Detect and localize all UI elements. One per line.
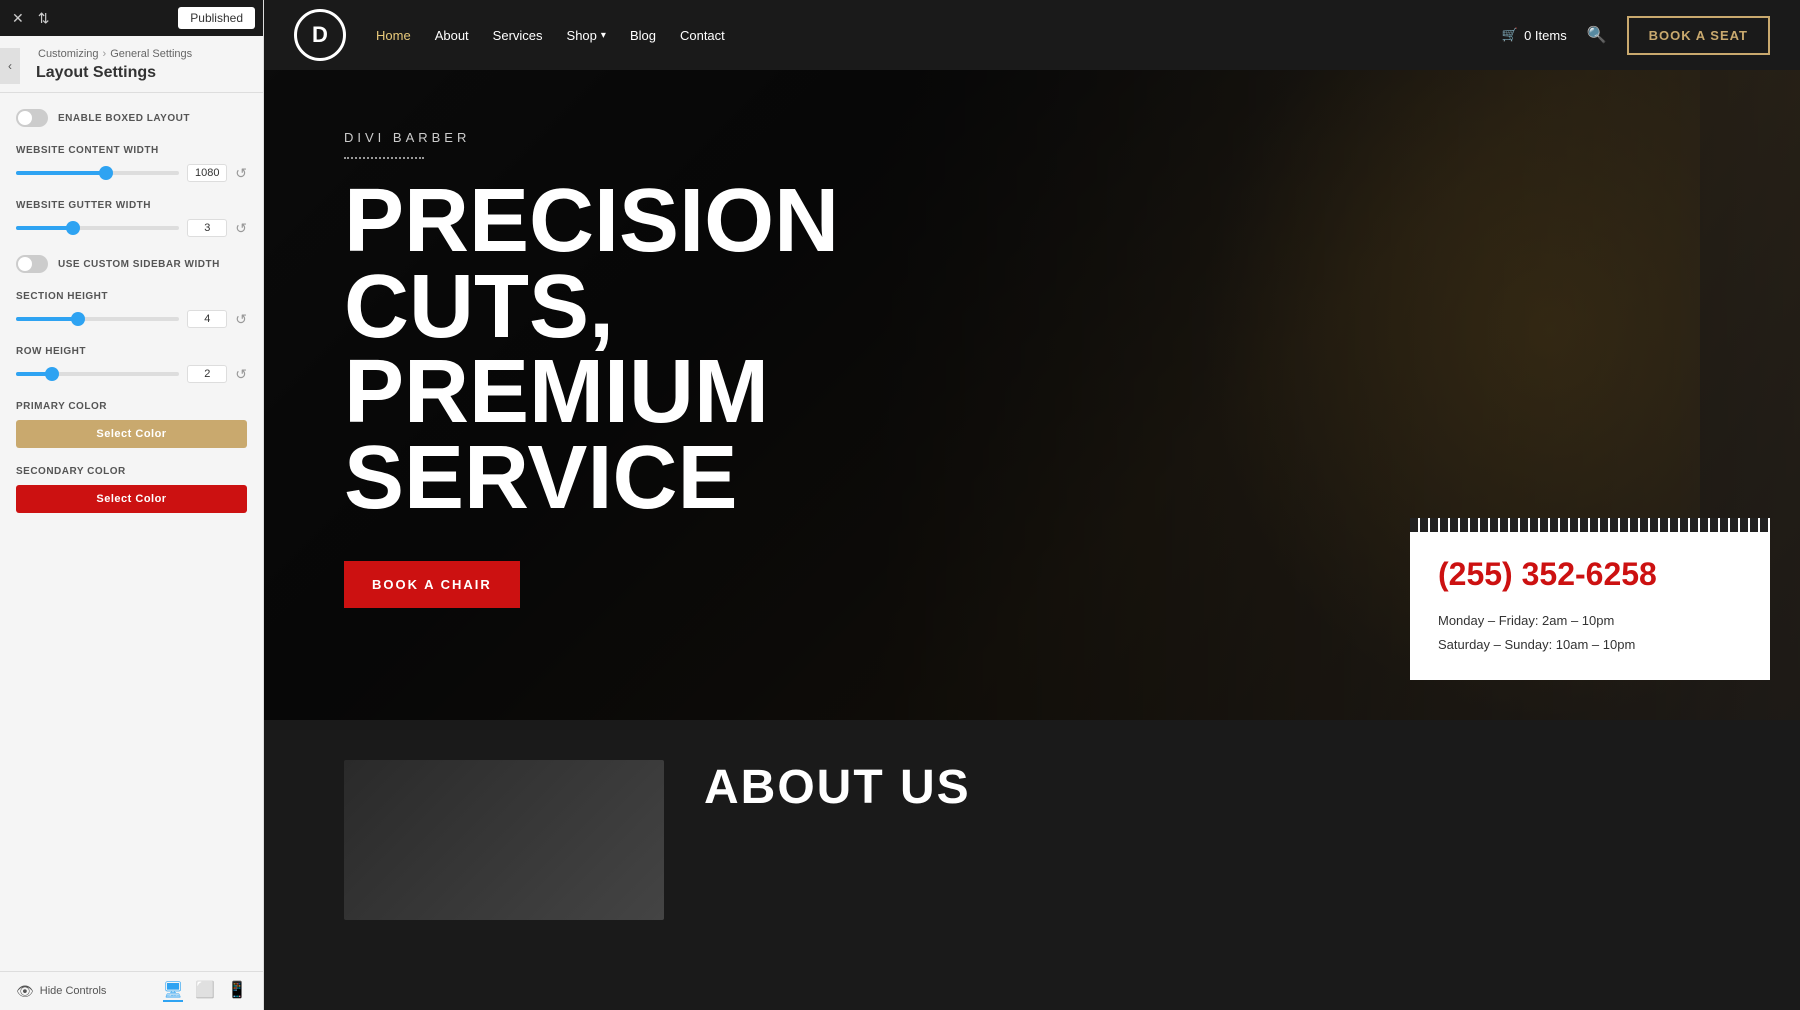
section-height-slider-row: 4 ↺ <box>16 310 247 328</box>
website-content-width-input[interactable]: 1080 <box>187 164 227 182</box>
cart-icon: 🛒 <box>1502 27 1518 43</box>
about-title: ABOUT US <box>704 760 971 815</box>
website-content-width-reset[interactable]: ↺ <box>235 165 247 182</box>
nav-link-shop[interactable]: Shop ▾ <box>567 28 606 43</box>
hero-title-line1: PRECISION CUTS, <box>344 171 839 357</box>
contact-box-stripe <box>1410 518 1770 532</box>
section-height-track[interactable] <box>16 317 179 321</box>
sidebar-header: ‹ Customizing › General Settings Layout … <box>0 36 263 93</box>
use-custom-sidebar-width-toggle[interactable] <box>16 255 48 273</box>
mobile-icon[interactable]: 📱 <box>227 980 247 1002</box>
back-arrow[interactable]: ‹ <box>0 48 20 84</box>
sidebar-top-bar: ✕ ⇅ Published <box>0 0 263 36</box>
sidebar-section-title: Layout Settings <box>16 64 247 82</box>
nav-link-contact[interactable]: Contact <box>680 28 725 43</box>
hero-subtitle: DIVI BARBER <box>344 130 1720 145</box>
section-height-label: SECTION HEIGHT <box>16 291 247 302</box>
secondary-color-button[interactable]: Select Color <box>16 485 247 513</box>
use-custom-sidebar-width-label: USE CUSTOM SIDEBAR WIDTH <box>58 259 220 270</box>
book-chair-button[interactable]: BOOK A CHAIR <box>344 561 520 608</box>
use-custom-sidebar-width-row: USE CUSTOM SIDEBAR WIDTH <box>16 255 247 273</box>
contact-hours-weekend: Saturday – Sunday: 10am – 10pm <box>1438 633 1742 656</box>
hero-title-line2: PREMIUM SERVICE <box>344 342 769 528</box>
primary-color-row: PRIMARY COLOR Select Color <box>16 401 247 448</box>
customizer-sidebar: ✕ ⇅ Published ‹ Customizing › General Se… <box>0 0 264 1010</box>
contact-box-body: (255) 352-6258 Monday – Friday: 2am – 10… <box>1410 532 1770 680</box>
hero-title: PRECISION CUTS, PREMIUM SERVICE <box>344 179 1044 521</box>
desktop-icon[interactable]: 🖥 <box>163 980 183 1002</box>
website-gutter-width-track[interactable] <box>16 226 179 230</box>
book-seat-button[interactable]: BOOK A SEAT <box>1627 16 1770 55</box>
sort-icon[interactable]: ⇅ <box>34 6 54 31</box>
nav-link-services[interactable]: Services <box>493 28 543 43</box>
row-height-reset[interactable]: ↺ <box>235 366 247 383</box>
hide-controls-button[interactable]: 👁 Hide Controls <box>16 983 106 1000</box>
eye-icon: 👁 <box>16 983 34 1000</box>
enable-boxed-layout-label: ENABLE BOXED LAYOUT <box>58 113 190 124</box>
website-content-width-row: WEBSITE CONTENT WIDTH 1080 ↺ <box>16 145 247 182</box>
nav-link-about[interactable]: About <box>435 28 469 43</box>
section-height-input[interactable]: 4 <box>187 310 227 328</box>
contact-hours: Monday – Friday: 2am – 10pm Saturday – S… <box>1438 609 1742 656</box>
sidebar-footer: 👁 Hide Controls 🖥 ⬜ 📱 <box>0 971 263 1010</box>
website-content-width-track[interactable] <box>16 171 179 175</box>
nav-links: Home About Services Shop ▾ Blog Contact <box>376 28 1482 43</box>
breadcrumb-parent: Customizing <box>38 48 99 60</box>
contact-hours-weekday: Monday – Friday: 2am – 10pm <box>1438 609 1742 632</box>
about-image <box>344 760 664 920</box>
search-icon[interactable]: 🔍 <box>1587 25 1607 45</box>
close-icon[interactable]: ✕ <box>8 6 28 31</box>
primary-color-label: PRIMARY COLOR <box>16 401 247 412</box>
breadcrumb-child: General Settings <box>110 48 192 60</box>
breadcrumb: ‹ Customizing › General Settings <box>16 48 247 60</box>
enable-boxed-layout-row: ENABLE BOXED LAYOUT <box>16 109 247 127</box>
row-height-input[interactable]: 2 <box>187 365 227 383</box>
row-height-row: ROW HEIGHT 2 ↺ <box>16 346 247 383</box>
tablet-icon[interactable]: ⬜ <box>195 980 215 1002</box>
main-preview: D Home About Services Shop ▾ Blog Contac… <box>264 0 1800 1010</box>
cart-count: 0 Items <box>1524 28 1567 43</box>
shop-chevron-icon: ▾ <box>601 30 606 41</box>
sidebar-content: ENABLE BOXED LAYOUT WEBSITE CONTENT WIDT… <box>0 93 263 971</box>
website-gutter-width-row: WEBSITE GUTTER WIDTH 3 ↺ <box>16 200 247 237</box>
cart-link[interactable]: 🛒 0 Items <box>1502 27 1567 43</box>
website-gutter-width-label: WEBSITE GUTTER WIDTH <box>16 200 247 211</box>
nav-link-home[interactable]: Home <box>376 28 411 43</box>
nav-link-blog[interactable]: Blog <box>630 28 656 43</box>
website-content-width-label: WEBSITE CONTENT WIDTH <box>16 145 247 156</box>
website-content-width-slider-row: 1080 ↺ <box>16 164 247 182</box>
website-gutter-width-reset[interactable]: ↺ <box>235 220 247 237</box>
section-height-reset[interactable]: ↺ <box>235 311 247 328</box>
hide-controls-label: Hide Controls <box>40 985 107 997</box>
hero-section: DIVI BARBER PRECISION CUTS, PREMIUM SERV… <box>264 70 1800 720</box>
website-gutter-width-input[interactable]: 3 <box>187 219 227 237</box>
row-height-label: ROW HEIGHT <box>16 346 247 357</box>
site-navbar: D Home About Services Shop ▾ Blog Contac… <box>264 0 1800 70</box>
hero-subtitle-divider <box>344 157 424 159</box>
site-logo: D <box>294 9 346 61</box>
device-icons-group: 🖥 ⬜ 📱 <box>163 980 247 1002</box>
secondary-color-label: SECONDARY COLOR <box>16 466 247 477</box>
published-badge: Published <box>178 7 255 29</box>
section-height-row: SECTION HEIGHT 4 ↺ <box>16 291 247 328</box>
nav-shop-label: Shop <box>567 28 597 43</box>
row-height-slider-row: 2 ↺ <box>16 365 247 383</box>
contact-phone: (255) 352-6258 <box>1438 556 1742 593</box>
about-section: ABOUT US <box>264 720 1800 940</box>
primary-color-button[interactable]: Select Color <box>16 420 247 448</box>
secondary-color-row: SECONDARY COLOR Select Color <box>16 466 247 513</box>
contact-box: (255) 352-6258 Monday – Friday: 2am – 10… <box>1410 518 1770 680</box>
breadcrumb-separator: › <box>103 48 107 60</box>
row-height-track[interactable] <box>16 372 179 376</box>
enable-boxed-layout-toggle[interactable] <box>16 109 48 127</box>
website-gutter-width-slider-row: 3 ↺ <box>16 219 247 237</box>
